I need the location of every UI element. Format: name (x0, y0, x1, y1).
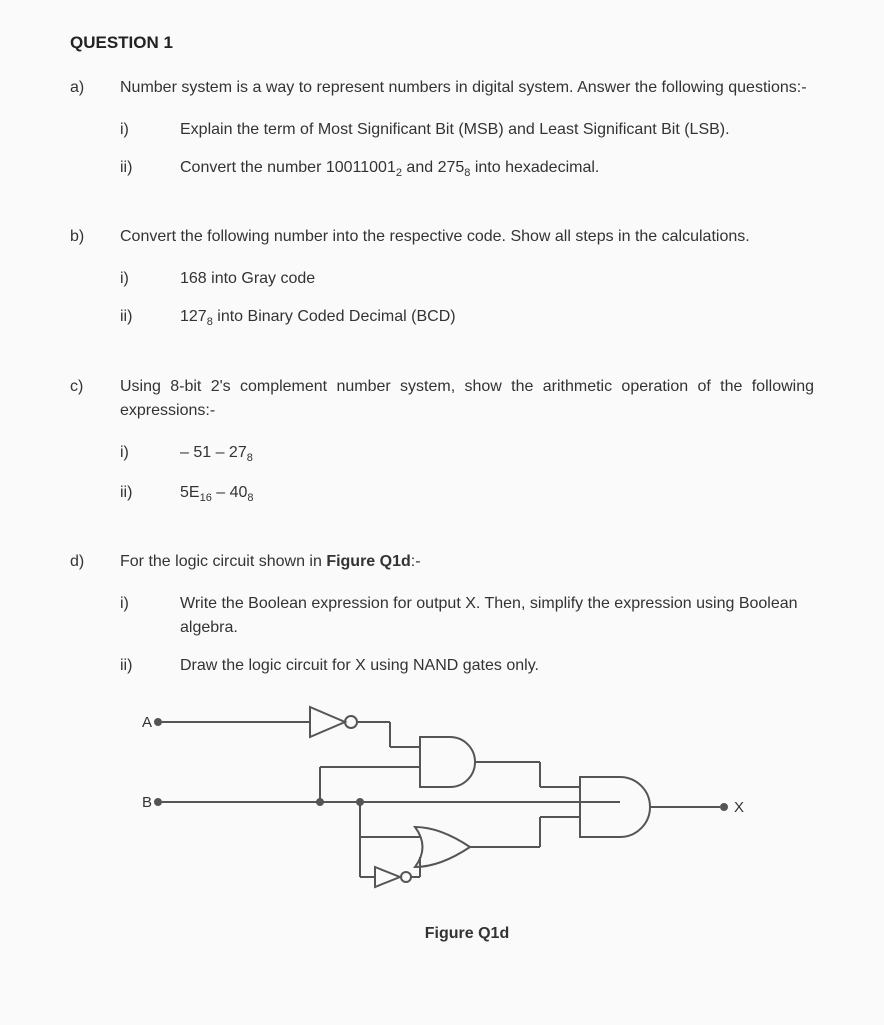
figure-caption: Figure Q1d (120, 922, 814, 946)
text-frag: into Binary Coded Decimal (BCD) (213, 308, 456, 325)
text-frag: into hexadecimal. (470, 159, 599, 176)
sub-text: 168 into Gray code (180, 267, 814, 291)
output-x-label: X (734, 799, 744, 816)
sub-text: 5E16 – 408 (180, 481, 814, 507)
subscript: 8 (247, 452, 253, 464)
part-c-intro: Using 8-bit 2's complement number system… (120, 375, 814, 423)
sub-text: Draw the logic circuit for X using NAND … (180, 654, 814, 678)
part-c: c) Using 8-bit 2's complement number sys… (70, 375, 814, 520)
part-d-i: i) Write the Boolean expression for outp… (120, 592, 814, 640)
sub-label: i) (120, 441, 180, 467)
sub-text: Explain the term of Most Significant Bit… (180, 118, 814, 142)
sub-label: ii) (120, 481, 180, 507)
subscript: 16 (200, 492, 212, 504)
part-d-ii: ii) Draw the logic circuit for X using N… (120, 654, 814, 678)
text-frag: and 275 (402, 159, 464, 176)
sub-label: i) (120, 118, 180, 142)
text-frag: For the logic circuit shown in (120, 553, 326, 570)
part-d: d) For the logic circuit shown in Figure… (70, 550, 814, 932)
text-frag: 5E (180, 484, 200, 501)
part-a: a) Number system is a way to represent n… (70, 76, 814, 196)
sub-label: ii) (120, 654, 180, 678)
sub-text: Write the Boolean expression for output … (180, 592, 814, 640)
part-a-intro: Number system is a way to represent numb… (120, 76, 814, 100)
sub-label: i) (120, 267, 180, 291)
part-b: b) Convert the following number into the… (70, 225, 814, 345)
part-c-ii: ii) 5E16 – 408 (120, 481, 814, 507)
part-d-intro: For the logic circuit shown in Figure Q1… (120, 550, 814, 574)
logic-circuit-figure: A B X Figure Q1d (120, 692, 814, 932)
part-d-label: d) (70, 550, 120, 932)
text-frag: 127 (180, 308, 207, 325)
sub-text: – 51 – 278 (180, 441, 814, 467)
sub-label: i) (120, 592, 180, 640)
part-b-i: i) 168 into Gray code (120, 267, 814, 291)
text-frag: :- (411, 553, 421, 570)
subscript: 8 (247, 492, 253, 504)
part-c-label: c) (70, 375, 120, 520)
sub-text: Convert the number 100110012 and 2758 in… (180, 156, 814, 182)
part-a-label: a) (70, 76, 120, 196)
part-b-intro: Convert the following number into the re… (120, 225, 814, 249)
text-frag: – 40 (212, 484, 248, 501)
part-c-i: i) – 51 – 278 (120, 441, 814, 467)
sub-label: ii) (120, 305, 180, 331)
input-a-label: A (142, 714, 152, 731)
text-frag: – 51 – 27 (180, 444, 247, 461)
part-a-i: i) Explain the term of Most Significant … (120, 118, 814, 142)
text-frag: Convert the number 10011001 (180, 159, 396, 176)
sub-text: 1278 into Binary Coded Decimal (BCD) (180, 305, 814, 331)
question-title: QUESTION 1 (70, 30, 814, 56)
input-b-label: B (142, 794, 152, 811)
circuit-svg: A B X (120, 692, 760, 912)
part-b-label: b) (70, 225, 120, 345)
figure-ref: Figure Q1d (326, 553, 410, 570)
part-a-ii: ii) Convert the number 100110012 and 275… (120, 156, 814, 182)
part-b-ii: ii) 1278 into Binary Coded Decimal (BCD) (120, 305, 814, 331)
sub-label: ii) (120, 156, 180, 182)
